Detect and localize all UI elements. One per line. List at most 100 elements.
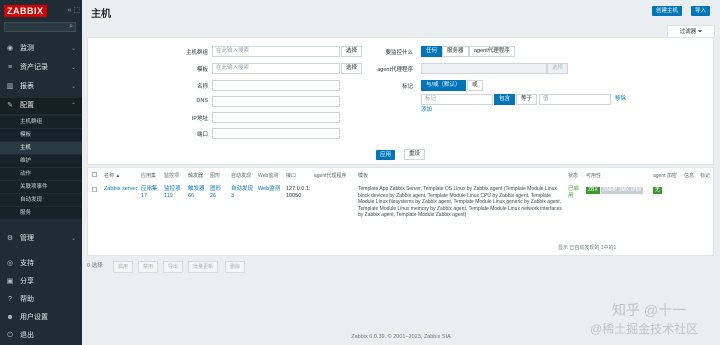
web-link[interactable]: Web监测 [258, 186, 280, 193]
nav-reports[interactable]: ▥ 报表 ⌄ [0, 79, 82, 95]
tag-name-input[interactable]: 标记 [421, 94, 493, 105]
chevron-up-icon: ⌃ [70, 103, 76, 109]
port-input[interactable] [212, 128, 340, 139]
sidebar-item-host-groups[interactable]: 主机群组 [0, 116, 82, 128]
monitored-by-label: 要监控什么 [385, 50, 413, 56]
apply-button[interactable]: 应用 [376, 150, 396, 160]
enable-button[interactable]: 启用 [113, 261, 134, 273]
sidebar-item-label: 关联项事件 [20, 184, 48, 190]
name-input[interactable] [212, 80, 340, 91]
ip-input[interactable] [212, 112, 340, 123]
items-count: 119 [164, 193, 173, 199]
nav-label: 分享 [20, 278, 34, 285]
row-checkbox[interactable] [92, 187, 97, 192]
share-icon: ▣ [6, 278, 14, 285]
tag-operator-equals[interactable]: 等于 [516, 94, 538, 105]
delete-button[interactable]: 删除 [225, 261, 246, 273]
nav-configuration[interactable]: ✎ 配置 ⌃ [0, 98, 82, 114]
col-info: 信息 [684, 173, 695, 179]
nav-help[interactable]: ? 帮助 [0, 292, 82, 308]
sidebar-search-input[interactable]: ⌕ [4, 22, 76, 32]
sort-up-icon: ▲ [115, 173, 121, 179]
sidebar-item-label: 维护 [20, 158, 32, 164]
availability-zbx-badge: ZBX [586, 187, 600, 194]
sidebar-item-correlation[interactable]: 关联项事件 [0, 181, 82, 193]
nav-support[interactable]: ◎ 支持 [0, 256, 82, 272]
status-link[interactable]: 已启用 [568, 186, 584, 200]
eye-icon: ◉ [6, 45, 14, 52]
items-link[interactable]: 监控项 119 [164, 186, 186, 200]
nav-label: 配置 [20, 102, 34, 109]
discovery-link[interactable]: 自动发现 3 [231, 186, 257, 200]
col-items: 监控项 [164, 173, 180, 179]
nav-administration[interactable]: ⚙ 管理 ⌄ [0, 231, 82, 247]
monitored-by-any[interactable]: 任何 [421, 46, 443, 57]
table-summary: 显示 已自动发现的 1中的1 [558, 245, 617, 251]
nav-label: 退出 [20, 332, 34, 339]
zabbix-logo[interactable]: ZABBIX [4, 5, 47, 17]
col-applications: 应用集 [141, 173, 157, 179]
dns-input[interactable] [212, 96, 340, 107]
ip-label: IP地址 [191, 116, 208, 122]
collapse-icon[interactable]: « ⬚ [68, 6, 80, 14]
templates-list[interactable]: Template App Zabbix Server, Template OS … [358, 186, 564, 219]
sidebar: ZABBIX « ⬚ ⌕ ◉ 监测 ⌄ ≡ 资产记录 ⌄ ▥ 报表 ⌄ ✎ 配置 ⌃ 主机群组 … [0, 0, 82, 345]
power-icon: ⏻ [7, 332, 13, 339]
nav-label: 用户设置 [20, 314, 48, 321]
disable-button[interactable]: 禁用 [138, 261, 159, 273]
monitored-by-server[interactable]: 服务器 [442, 46, 469, 57]
mass-update-button[interactable]: 批量更新 [188, 261, 219, 273]
create-host-button[interactable]: 创建主机 [652, 6, 683, 16]
dns-label: DNS [196, 98, 208, 104]
host-groups-input[interactable]: 在此输入搜索 [212, 46, 340, 57]
chevron-down-icon: ⌄ [70, 65, 76, 71]
sidebar-item-maintenance[interactable]: 维护 [0, 155, 82, 167]
proxy-label: agent代理程序 [377, 67, 413, 73]
tag-mode-or[interactable]: 或 [467, 80, 483, 91]
tag-remove-link[interactable]: 移除 [615, 96, 626, 103]
sidebar-item-hosts[interactable]: 主机 [0, 142, 82, 154]
export-button[interactable]: 导出 [163, 261, 184, 273]
page-title: 主机 [91, 9, 111, 20]
host-name-link[interactable]: Zabbix server [104, 186, 137, 193]
nav-label: 资产记录 [20, 64, 48, 71]
sidebar-item-actions[interactable]: 动作 [0, 168, 82, 180]
nav-user-settings[interactable]: ☻ 用户设置 [0, 310, 82, 326]
graphs-link[interactable]: 图形 26 [210, 186, 230, 200]
funnel-icon: ⏷ [697, 29, 703, 35]
templates-input[interactable]: 在此输入搜索 [212, 63, 340, 74]
watermark-zhihu: 知乎 @十一 [612, 302, 687, 318]
nav-label: 支持 [20, 260, 34, 267]
tag-mode-and-or[interactable]: 与/或（默认） [421, 80, 466, 91]
monitored-by-proxy[interactable]: agent代理程序 [469, 46, 515, 57]
reset-button[interactable]: 重设 [404, 149, 426, 160]
tag-value-input[interactable]: 值 [539, 94, 611, 105]
col-triggers: 触发器 [188, 173, 204, 179]
nav-label: 帮助 [20, 296, 34, 303]
nav-share[interactable]: ▣ 分享 [0, 274, 82, 290]
select-all-checkbox[interactable] [92, 172, 97, 177]
triggers-link[interactable]: 触发器 66 [188, 186, 210, 200]
graphs-count: 26 [210, 193, 217, 199]
wrench-icon: ✎ [7, 102, 13, 109]
nav-inventory[interactable]: ≡ 资产记录 ⌄ [0, 60, 82, 76]
chevron-down-icon: ⌄ [70, 84, 76, 90]
sidebar-item-services[interactable]: 服务 [0, 207, 82, 219]
user-icon: ☻ [6, 314, 14, 321]
gear-icon: ⚙ [6, 235, 14, 242]
selected-count: 0 选择 [87, 263, 103, 269]
import-button[interactable]: 导入 [691, 6, 711, 16]
sidebar-item-label: 模板 [20, 132, 32, 138]
sidebar-item-label: 主机群组 [20, 119, 43, 125]
chart-icon: ▥ [6, 83, 14, 90]
col-name[interactable]: 名称 ▲ [104, 172, 120, 179]
nav-monitoring[interactable]: ◉ 监测 ⌄ [0, 41, 82, 57]
filter-tab-label: 过滤器 [679, 29, 697, 35]
sidebar-item-templates[interactable]: 模板 [0, 129, 82, 141]
applications-link[interactable]: 应用集 17 [141, 186, 163, 200]
sidebar-item-discovery[interactable]: 自动发现 [0, 194, 82, 206]
availability-ipmi-badge: IPMI [629, 187, 644, 194]
nav-sign-out[interactable]: ⏻ 退出 [0, 328, 82, 344]
tag-operator-contains[interactable]: 包含 [494, 94, 516, 105]
tag-add-link[interactable]: 添加 [421, 107, 432, 114]
